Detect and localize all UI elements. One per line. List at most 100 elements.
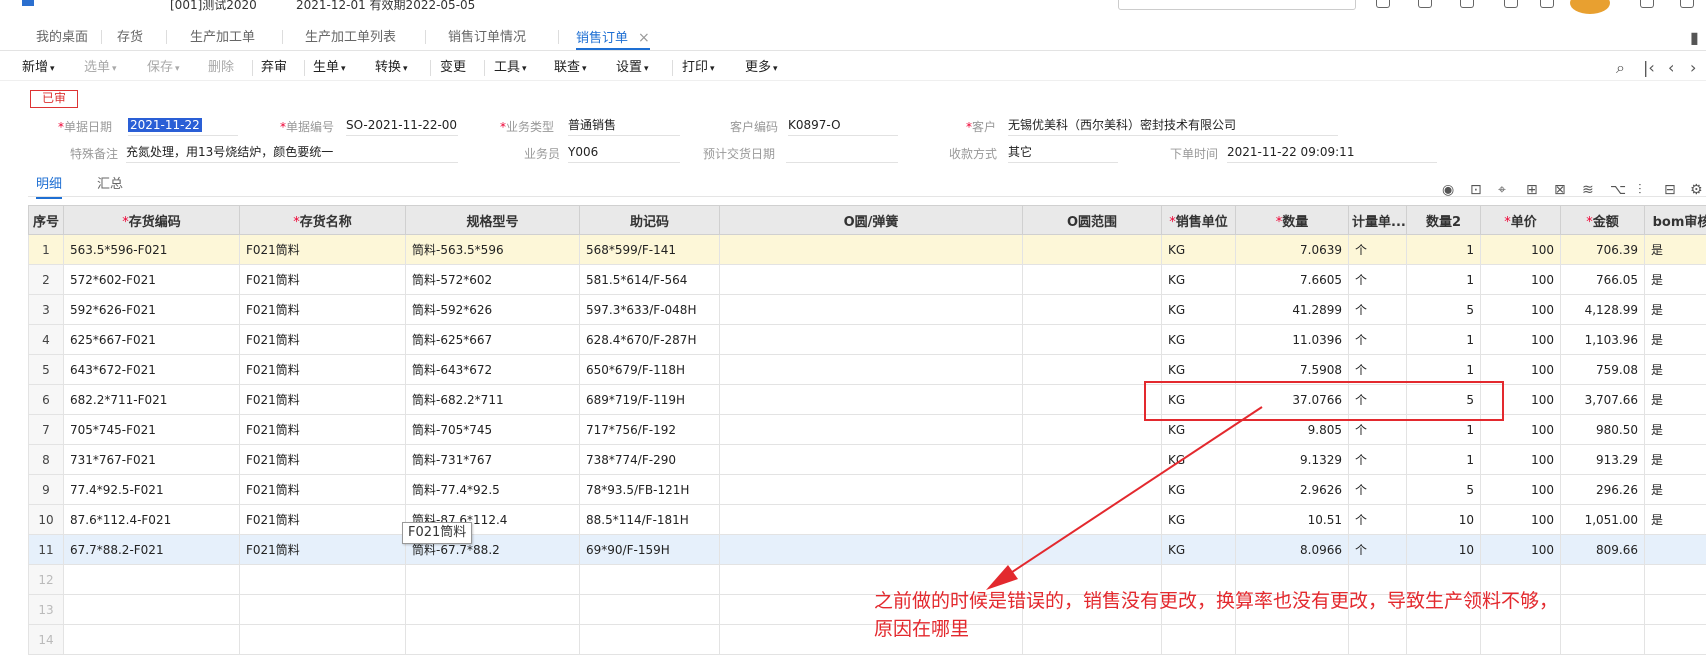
tab-summary[interactable]: 汇总 (97, 173, 123, 192)
table-cell[interactable]: 78*93.5/FB-121H (579, 474, 720, 505)
table-cell[interactable]: 筒料-731*767 (405, 444, 580, 475)
global-search-input[interactable] (1118, 0, 1356, 10)
table-cell[interactable]: 650*679/F-118H (579, 354, 720, 385)
table-cell[interactable]: 87.6*112.4-F021 (63, 504, 240, 535)
column-header[interactable]: 助记码 (579, 205, 720, 235)
cust-code-field[interactable]: K0897-O (788, 116, 898, 136)
table-cell[interactable]: 个 (1348, 474, 1407, 505)
table-cell[interactable]: 717*756/F-192 (579, 414, 720, 445)
table-cell[interactable]: F021筒料 (239, 504, 406, 535)
table-cell[interactable]: 563.5*596-F021 (63, 234, 240, 265)
user-icon[interactable] (1640, 0, 1654, 8)
table-cell[interactable]: 个 (1348, 534, 1407, 565)
table-cell[interactable]: 1 (1406, 444, 1481, 475)
chart-icon[interactable]: ⫶ (1638, 182, 1642, 198)
filter-icon[interactable]: ◉ (1442, 182, 1454, 198)
column-header[interactable]: 计量单... (1348, 205, 1407, 235)
biz-type-field[interactable]: 普通销售 (568, 116, 680, 136)
table-cell[interactable]: 2 (28, 264, 64, 295)
table-cell[interactable]: 筒料-563.5*596 (405, 234, 580, 265)
table-cell[interactable]: 筒料-592*626 (405, 294, 580, 325)
customer-field[interactable]: 无锡优美科（西尔美科）密封技术有限公司 (1008, 116, 1338, 136)
settings-button[interactable]: 设置 ▾ (616, 58, 649, 78)
table-cell[interactable]: KG (1161, 444, 1236, 475)
table-cell[interactable]: 100 (1480, 354, 1561, 385)
table-cell[interactable]: 7.5908 (1235, 354, 1349, 385)
table-cell[interactable] (405, 564, 580, 595)
table-cell[interactable]: 628.4*670/F-287H (579, 324, 720, 355)
table-cell[interactable]: 11 (28, 534, 64, 565)
table-cell[interactable]: 8.0966 (1235, 534, 1349, 565)
table-cell[interactable]: 1 (1406, 264, 1481, 295)
table-cell[interactable] (719, 324, 1023, 355)
table-cell[interactable]: 是 (1644, 354, 1706, 385)
table-cell[interactable] (239, 564, 406, 595)
location-icon[interactable]: ⌖ (1498, 182, 1506, 198)
table-cell[interactable] (1022, 444, 1162, 475)
remark-field[interactable]: 充氮处理，用13号烧结炉，颜色要统一 (126, 143, 458, 163)
table-cell[interactable]: 568*599/F-141 (579, 234, 720, 265)
table-cell[interactable]: 9.1329 (1235, 444, 1349, 475)
table-cell[interactable]: 100 (1480, 324, 1561, 355)
table-cell[interactable] (719, 294, 1023, 325)
table-row[interactable]: 9 77.4*92.5-F021 F021筒料 筒料-77.4*92.5 78*93.5… (28, 474, 1706, 505)
split-icon[interactable]: ⌥ (1610, 182, 1626, 198)
table-cell[interactable]: 3,707.66 (1560, 384, 1645, 415)
list-icon[interactable] (1418, 0, 1432, 8)
message-icon[interactable] (1376, 0, 1390, 8)
column-header[interactable]: *数量 (1235, 205, 1349, 235)
table-cell[interactable] (579, 594, 720, 625)
tab-overflow-icon[interactable]: ▮ (1690, 28, 1699, 47)
table-cell[interactable]: 10 (1406, 504, 1481, 535)
batch-edit-icon[interactable]: ≋ (1582, 182, 1594, 198)
table-cell[interactable] (63, 624, 240, 655)
linked-query-button[interactable]: 联查 ▾ (554, 58, 587, 78)
column-header[interactable]: *销售单位 (1161, 205, 1236, 235)
more-button[interactable]: 更多 ▾ (745, 58, 778, 78)
table-cell[interactable]: KG (1161, 354, 1236, 385)
locate-icon[interactable]: ⌕ (1616, 58, 1625, 78)
table-cell[interactable]: 706.39 (1560, 234, 1645, 265)
table-cell[interactable]: 766.05 (1560, 264, 1645, 295)
tab-inventory[interactable]: 存货 (117, 28, 143, 50)
table-cell[interactable]: 7.0639 (1235, 234, 1349, 265)
table-cell[interactable]: 1,051.00 (1560, 504, 1645, 535)
next-record-icon[interactable]: › (1690, 58, 1696, 77)
table-cell[interactable]: 731*767-F021 (63, 444, 240, 475)
table-cell[interactable]: 625*667-F021 (63, 324, 240, 355)
table-cell[interactable] (1022, 414, 1162, 445)
table-cell[interactable]: KG (1161, 324, 1236, 355)
table-cell[interactable]: F021筒料 (239, 234, 406, 265)
table-cell[interactable] (579, 624, 720, 655)
table-cell[interactable]: 296.26 (1560, 474, 1645, 505)
table-cell[interactable]: 个 (1348, 294, 1407, 325)
table-cell[interactable] (719, 474, 1023, 505)
table-cell[interactable] (719, 414, 1023, 445)
table-cell[interactable] (1022, 234, 1162, 265)
column-header[interactable]: *存货名称 (239, 205, 406, 235)
table-cell[interactable]: 筒料-77.4*92.5 (405, 474, 580, 505)
table-cell[interactable] (719, 234, 1023, 265)
table-cell[interactable]: 是 (1644, 474, 1706, 505)
delivery-date-field[interactable] (786, 143, 898, 163)
table-cell[interactable]: 筒料-643*672 (405, 354, 580, 385)
table-cell[interactable]: 个 (1348, 444, 1407, 475)
table-cell[interactable]: 5 (1406, 474, 1481, 505)
table-row[interactable]: 11 67.7*88.2-F021 F021筒料 筒料-67.7*88.2 69*90/… (28, 534, 1706, 565)
table-cell[interactable]: 67.7*88.2-F021 (63, 534, 240, 565)
select-button[interactable]: 选单 ▾ (84, 58, 117, 78)
table-cell[interactable]: 1 (1406, 354, 1481, 385)
table-cell[interactable] (405, 624, 580, 655)
table-cell[interactable]: F021筒料 (239, 384, 406, 415)
table-cell[interactable]: 689*719/F-119H (579, 384, 720, 415)
table-cell[interactable]: F021筒料 (239, 414, 406, 445)
tab-production-order[interactable]: 生产加工单 (190, 28, 255, 50)
table-row[interactable]: 3 592*626-F021 F021筒料 筒料-592*626 597.3*633/F… (28, 294, 1706, 325)
table-cell[interactable] (719, 264, 1023, 295)
table-cell[interactable]: 1 (1406, 234, 1481, 265)
table-cell[interactable]: 4 (28, 324, 64, 355)
table-cell[interactable]: KG (1161, 534, 1236, 565)
table-cell[interactable]: 1 (1406, 324, 1481, 355)
table-cell[interactable]: 是 (1644, 414, 1706, 445)
table-cell[interactable]: 是 (1644, 324, 1706, 355)
